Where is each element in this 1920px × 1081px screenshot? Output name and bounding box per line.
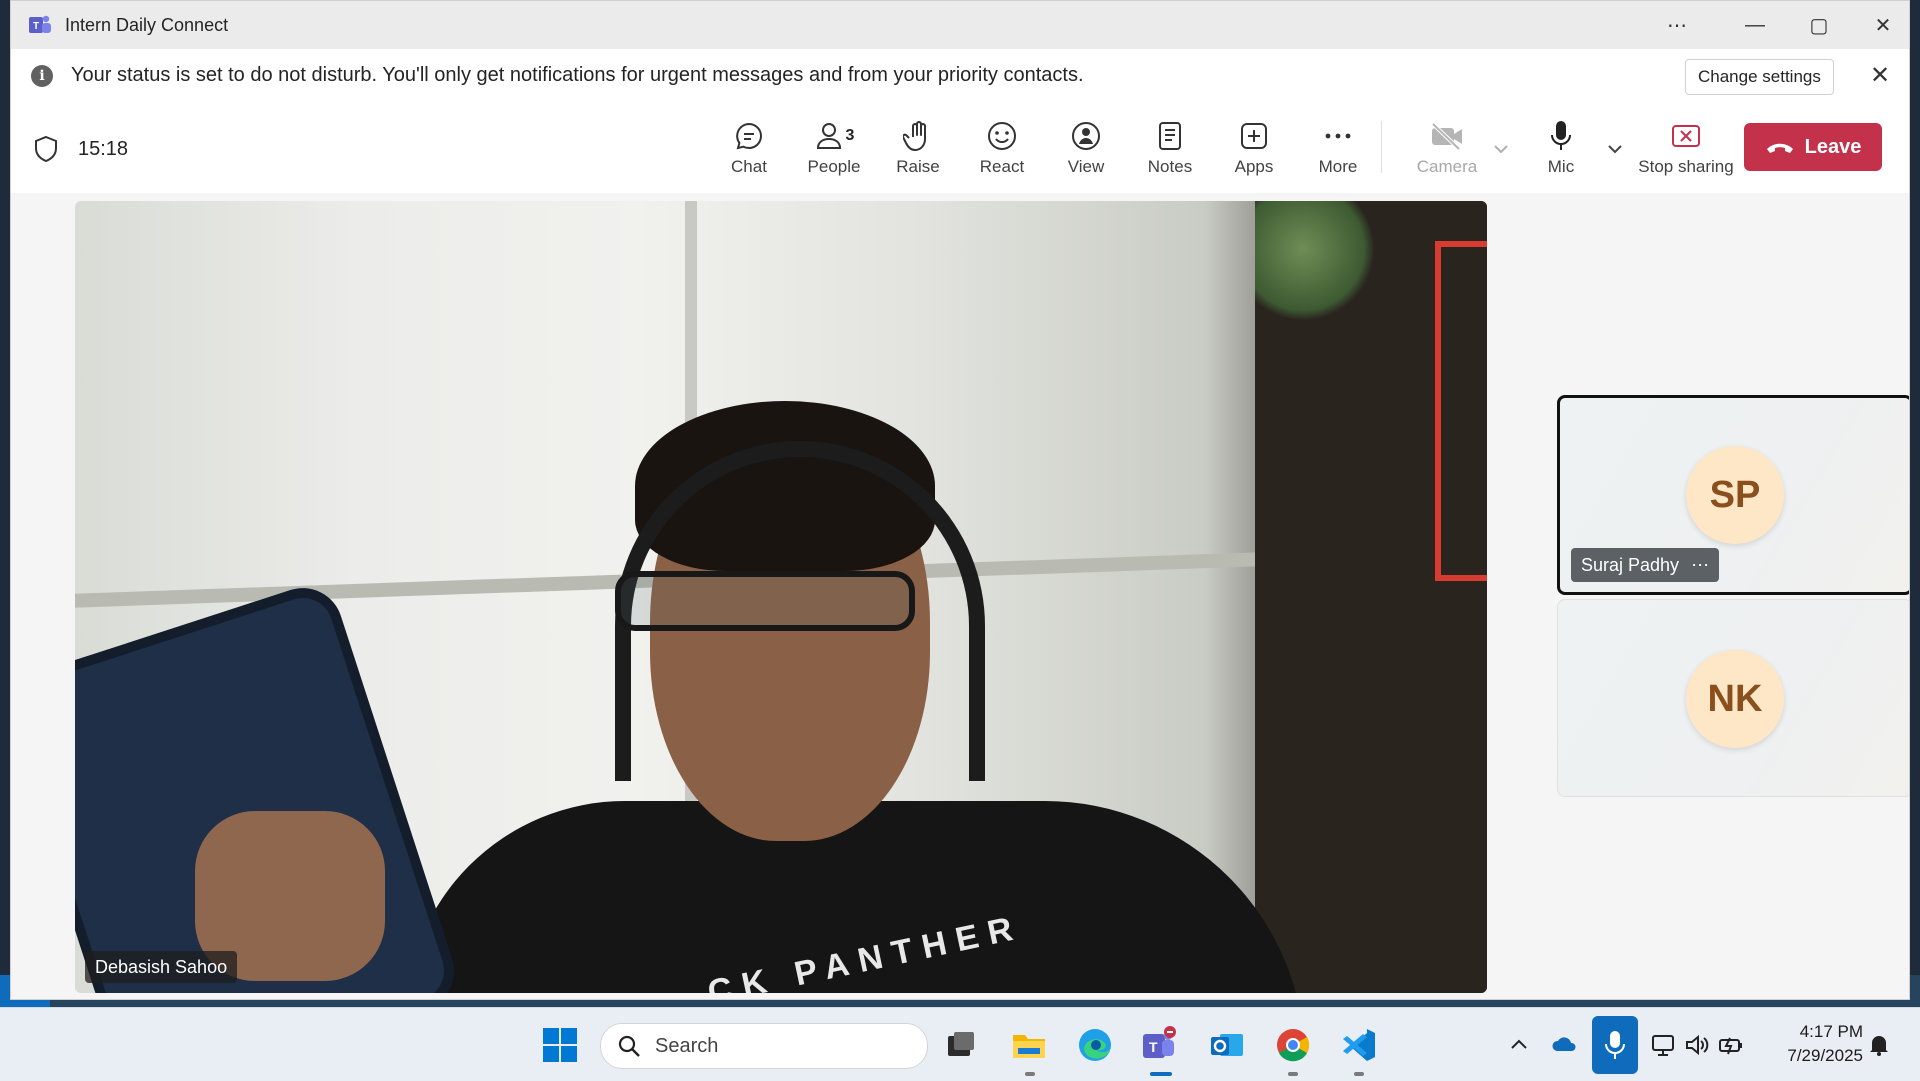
windows-taskbar: Search T 4:17 PM 7/29/2025 <box>0 1007 1920 1081</box>
avatar: SP <box>1686 446 1784 544</box>
people-label: People <box>807 157 861 176</box>
volume-icon[interactable] <box>1684 1032 1710 1058</box>
leave-button[interactable]: Leave <box>1744 123 1882 171</box>
react-icon <box>988 122 1016 150</box>
stop-sharing-label: Stop sharing <box>1638 157 1734 176</box>
mic-icon <box>1551 121 1571 150</box>
explorer-running-indicator <box>1025 1072 1035 1076</box>
view-icon <box>1072 122 1100 150</box>
avatar: NK <box>1686 650 1784 748</box>
notes-icon <box>1159 122 1181 150</box>
main-video-name-tag: Debasish Sahoo <box>85 951 238 983</box>
dnd-status-banner: i Your status is set to do not disturb. … <box>11 49 1909 104</box>
chat-button[interactable]: Chat <box>709 117 789 187</box>
edge-icon[interactable] <box>1076 1026 1114 1064</box>
teams-icon: T <box>29 15 51 33</box>
task-view-icon[interactable] <box>942 1026 980 1064</box>
meeting-timer: 15:18 <box>78 138 129 160</box>
teams-taskbar-icon[interactable]: T <box>1140 1026 1178 1064</box>
chrome-icon[interactable] <box>1274 1026 1312 1064</box>
people-count: 3 <box>845 127 855 144</box>
window-title: Intern Daily Connect <box>65 15 229 35</box>
teams-active-indicator <box>1150 1072 1172 1076</box>
minimize-button[interactable]: — <box>1729 5 1781 45</box>
stop-sharing-button[interactable]: Stop sharing <box>1633 117 1739 187</box>
react-label: React <box>979 157 1025 176</box>
camera-off-icon <box>1431 122 1462 151</box>
video-scene-plant <box>1255 201 1375 321</box>
onedrive-icon[interactable] <box>1552 1032 1578 1058</box>
toolbar-divider <box>1381 121 1382 173</box>
people-button[interactable]: 3 People <box>794 117 874 187</box>
shield-icon[interactable] <box>33 135 59 163</box>
camera-options-chevron-icon[interactable] <box>1491 139 1511 159</box>
participant-more-icon[interactable]: ⋯ <box>1691 548 1709 582</box>
participant-name-tag[interactable]: Suraj Padhy ⋯ <box>1571 548 1720 582</box>
teams-meeting-window: T Intern Daily Connect ⋯ — ▢ ✕ i Your st… <box>10 0 1910 1000</box>
mic-icon <box>1605 1031 1625 1059</box>
video-scene-red-object <box>1435 241 1487 581</box>
more-label: More <box>1318 157 1358 176</box>
clock-time: 4:17 PM <box>1799 1022 1863 1041</box>
file-explorer-icon[interactable] <box>1010 1026 1048 1064</box>
notification-icon[interactable] <box>1866 1032 1892 1058</box>
banner-message: Your status is set to do not disturb. Yo… <box>71 64 1084 86</box>
raise-hand-icon <box>903 121 926 151</box>
title-bar: T Intern Daily Connect ⋯ — ▢ ✕ <box>11 1 1909 49</box>
mic-in-use-indicator[interactable] <box>1592 1016 1638 1074</box>
taskbar-search[interactable]: Search <box>600 1023 928 1069</box>
more-options-button[interactable]: ⋯ <box>1651 5 1703 45</box>
maximize-button[interactable]: ▢ <box>1793 5 1845 45</box>
apps-button[interactable]: Apps <box>1214 117 1294 187</box>
participant-name: Suraj Padhy <box>1581 555 1680 575</box>
view-label: View <box>1067 157 1105 176</box>
mic-button[interactable]: Mic <box>1521 117 1601 187</box>
react-button[interactable]: React <box>962 117 1042 187</box>
chevron-up-icon[interactable] <box>1506 1032 1532 1058</box>
camera-button[interactable]: Camera <box>1407 117 1487 187</box>
apps-label: Apps <box>1234 157 1274 176</box>
dismiss-banner-button[interactable]: ✕ <box>1863 59 1897 93</box>
vscode-running-indicator <box>1354 1072 1364 1076</box>
people-icon <box>816 123 841 149</box>
vscode-icon[interactable] <box>1340 1026 1378 1064</box>
raise-label: Raise <box>896 157 940 176</box>
search-placeholder: Search <box>655 1035 719 1057</box>
stop-sharing-icon <box>1672 125 1700 147</box>
participant-tile-nk[interactable]: NK <box>1557 599 1909 797</box>
close-button[interactable]: ✕ <box>1857 5 1909 45</box>
taskbar-clock[interactable]: 4:17 PM 7/29/2025 <box>1758 1020 1863 1068</box>
more-icon <box>1325 133 1351 139</box>
mic-label: Mic <box>1547 157 1575 176</box>
chat-icon <box>736 122 762 150</box>
meeting-stage: CK PANTHER Debasish Sahoo SP Suraj Padhy… <box>11 193 1909 999</box>
meeting-toolbar: 15:18 Chat 3 People Raise React View Not… <box>11 103 1909 194</box>
participant-tile-sp[interactable]: SP Suraj Padhy ⋯ <box>1557 395 1909 595</box>
svg-text:T: T <box>33 21 39 32</box>
windows-start-icon[interactable] <box>541 1026 579 1064</box>
raise-hand-button[interactable]: Raise <box>878 117 958 187</box>
info-icon: i <box>31 65 53 87</box>
notes-button[interactable]: Notes <box>1130 117 1210 187</box>
leave-label: Leave <box>1804 135 1862 158</box>
change-settings-button[interactable]: Change settings <box>1685 59 1834 95</box>
chrome-running-indicator <box>1288 1072 1298 1076</box>
camera-label: Camera <box>1416 157 1478 176</box>
notes-label: Notes <box>1147 157 1193 176</box>
battery-icon[interactable] <box>1718 1032 1744 1058</box>
phone-icon <box>1766 143 1793 153</box>
outlook-icon[interactable] <box>1208 1026 1246 1064</box>
apps-icon <box>1241 123 1267 149</box>
chat-label: Chat <box>731 157 767 176</box>
more-actions-button[interactable]: More <box>1298 117 1378 187</box>
svg-text:T: T <box>1149 1039 1158 1055</box>
search-icon <box>618 1035 640 1057</box>
mic-options-chevron-icon[interactable] <box>1605 139 1625 159</box>
main-video-feed[interactable]: CK PANTHER Debasish Sahoo <box>75 201 1487 993</box>
network-icon[interactable] <box>1650 1032 1676 1058</box>
clock-date: 7/29/2025 <box>1787 1046 1863 1065</box>
view-button[interactable]: View <box>1046 117 1126 187</box>
participant-glasses <box>615 571 915 631</box>
